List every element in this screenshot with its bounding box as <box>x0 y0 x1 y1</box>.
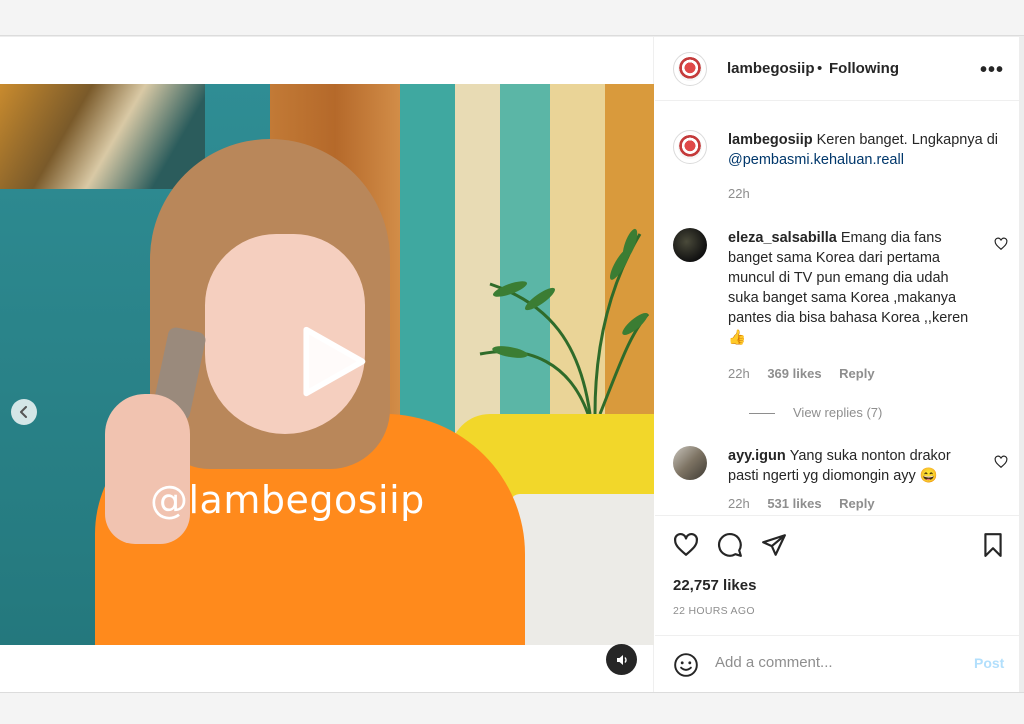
media-column: @lambegosiip <box>0 37 654 692</box>
browser-bottom-strip <box>0 692 1024 724</box>
comment-likes[interactable]: 531 likes <box>767 496 821 511</box>
send-icon[interactable] <box>761 532 787 558</box>
likes-count[interactable]: 22,757 likes <box>673 577 756 594</box>
comment-meta: 22h 531 likes Reply <box>728 496 889 511</box>
thumbs-up-emoji: 👍 <box>728 330 747 346</box>
following-button[interactable]: Following <box>829 60 899 77</box>
caption-mention[interactable]: @pembasmi.kehaluan.reall <box>728 152 904 168</box>
post-button[interactable]: Post <box>974 655 1004 671</box>
bookmark-icon[interactable] <box>980 532 1006 558</box>
header-username[interactable]: lambegosiip <box>727 60 815 77</box>
view-replies-label: View replies (7) <box>793 405 883 420</box>
avatar[interactable] <box>673 446 707 480</box>
caption-body: Keren banget. Lngkapnya di <box>816 132 999 148</box>
comment-time[interactable]: 22h <box>728 366 750 381</box>
reply-button[interactable]: Reply <box>839 366 874 381</box>
reply-button[interactable]: Reply <box>839 496 874 511</box>
more-horizontal-icon[interactable]: ••• <box>980 59 1004 82</box>
laughing-emoji: 😄 <box>919 468 938 484</box>
comment-input[interactable] <box>715 654 955 671</box>
comment-username[interactable]: eleza_salsabilla <box>728 230 837 246</box>
post-sidebar: lambegosiip • Following ••• lambegosiip K… <box>655 37 1019 692</box>
avatar[interactable] <box>673 130 707 164</box>
caption-text: lambegosiip Keren banget. Lngkapnya di @p… <box>728 130 1013 170</box>
post-dialog: @lambegosiip lambegosiip • Following ••• <box>0 37 1019 692</box>
plant-decoration <box>479 228 650 414</box>
comment-meta: 22h 369 likes Reply <box>728 366 889 381</box>
caption-time[interactable]: 22h <box>728 186 750 201</box>
posted-time[interactable]: 22 HOURS AGO <box>673 605 755 617</box>
header-separator: • <box>817 60 823 77</box>
post-header: lambegosiip • Following ••• <box>655 37 1019 101</box>
comment-time[interactable]: 22h <box>728 496 750 511</box>
speaker-icon[interactable] <box>606 644 637 675</box>
browser-top-strip <box>0 0 1024 36</box>
caption: lambegosiip Keren banget. Lngkapnya di @p… <box>673 130 1013 210</box>
avatar[interactable] <box>673 52 707 86</box>
smiley-icon[interactable] <box>673 652 699 678</box>
chevron-left-icon[interactable] <box>11 399 37 425</box>
list-item: ayy.igun Yang suka nonton drakor pasti ng… <box>673 446 1013 515</box>
post-actions: 22,757 likes 22 HOURS AGO <box>655 515 1019 635</box>
view-replies-button[interactable]: View replies (7) <box>749 405 882 420</box>
comment-username[interactable]: ayy.igun <box>728 448 786 464</box>
heart-icon[interactable] <box>673 532 699 558</box>
comment-text: ayy.igun Yang suka nonton drakor pasti ng… <box>728 446 983 486</box>
avatar[interactable] <box>673 228 707 262</box>
list-item: eleza_salsabilla Emang dia fans banget sa… <box>673 228 1013 428</box>
heart-icon[interactable] <box>994 237 1008 251</box>
video-player[interactable]: @lambegosiip <box>0 84 654 645</box>
caption-meta: 22h <box>728 186 764 201</box>
comments-list[interactable]: lambegosiip Keren banget. Lngkapnya di @p… <box>655 102 1019 515</box>
video-watermark: @lambegosiip <box>150 478 425 522</box>
add-comment-bar: Post <box>655 635 1019 692</box>
play-icon[interactable] <box>295 324 370 399</box>
comment-text: eleza_salsabilla Emang dia fans banget sa… <box>728 228 983 348</box>
heart-icon[interactable] <box>994 455 1008 469</box>
caption-username[interactable]: lambegosiip <box>728 132 813 148</box>
comment-likes[interactable]: 369 likes <box>767 366 821 381</box>
comment-icon[interactable] <box>717 532 743 558</box>
